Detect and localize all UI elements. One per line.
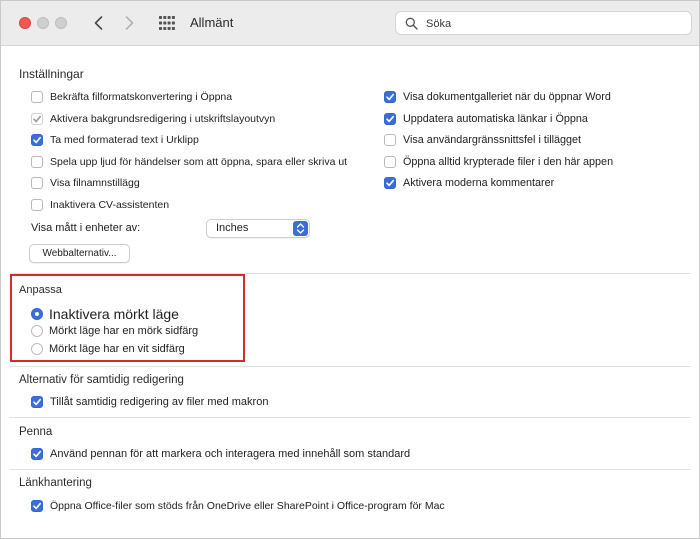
checkbox-label: Öppna alltid krypterade filer i den här … [403, 155, 614, 168]
window-title: Allmänt [190, 15, 234, 30]
checkbox-row-right-4[interactable]: Aktivera moderna kommentarer [384, 175, 554, 191]
show-all-grid-icon[interactable] [159, 16, 175, 30]
back-button[interactable] [89, 13, 109, 33]
checkbox-label: Aktivera bakgrundsredigering i utskrifts… [50, 112, 276, 125]
search-input[interactable] [424, 15, 678, 33]
checkbox[interactable] [31, 396, 43, 408]
checkmark-icon [33, 502, 41, 510]
checkbox-label: Tillåt samtidig redigering av filer med … [50, 396, 269, 408]
radio-white-page[interactable]: Mörkt läge har en vit sidfärg [31, 341, 185, 357]
checkbox-row-right-0[interactable]: Visa dokumentgalleriet när du öppnar Wor… [384, 89, 611, 105]
preferences-window: Allmänt Inställningar Visa mått i enhete… [0, 0, 700, 539]
section-label-pen: Penna [19, 426, 53, 438]
checkbox[interactable] [384, 177, 396, 189]
checkbox-row-left-2[interactable]: Ta med formaterad text i Urklipp [31, 132, 199, 148]
section-label-customize: Anpassa [19, 284, 62, 296]
checkbox[interactable] [31, 134, 43, 146]
checkbox-label: Öppna Office-filer som stöds från OneDri… [50, 500, 445, 512]
checkbox-row-left-5[interactable]: Inaktivera CV-assistenten [31, 197, 169, 213]
checkbox[interactable] [31, 448, 43, 460]
checkbox-row-left-0[interactable]: Bekräfta filformatskonvertering i Öppna [31, 89, 232, 105]
checkbox[interactable] [384, 155, 396, 168]
units-select[interactable]: Inches [206, 219, 310, 238]
checkbox-label: Använd pennan för att markera och intera… [50, 448, 411, 460]
checkmark-icon [33, 398, 41, 406]
checkbox-label: Visa användargränssnittsfel i tillägget [403, 134, 582, 146]
minimize-window-button[interactable] [37, 17, 49, 29]
checkmark-icon [33, 136, 41, 144]
checkbox-row-right-1[interactable]: Uppdatera automatiska länkar i Öppna [384, 111, 588, 127]
checkbox-label: Ta med formaterad text i Urklipp [50, 134, 199, 146]
checkmark-icon [33, 115, 41, 122]
checkbox-row-pen[interactable]: Använd pennan för att markera och intera… [31, 446, 410, 462]
radio-button[interactable] [31, 308, 43, 320]
radio-disable-dark-mode[interactable]: Inaktivera mörkt läge [31, 305, 179, 323]
chevron-right-icon [125, 16, 134, 30]
radio-label: Inaktivera mörkt läge [49, 306, 179, 322]
radio-label: Mörkt läge har en mörk sidfärg [49, 325, 199, 337]
checkbox-label: Uppdatera automatiska länkar i Öppna [403, 112, 588, 125]
section-label-settings: Inställningar [19, 67, 84, 81]
checkbox-label: Inaktivera CV-assistenten [50, 198, 170, 211]
checkmark-icon [33, 450, 41, 458]
checkbox-row-right-3[interactable]: Öppna alltid krypterade filer i den här … [384, 154, 613, 170]
section-label-coauthoring: Alternativ för samtidig redigering [19, 374, 184, 386]
checkbox[interactable] [31, 198, 43, 211]
checkbox-label: Visa dokumentgalleriet när du öppnar Wor… [403, 91, 611, 103]
checkmark-icon [386, 115, 394, 122]
checkbox[interactable] [384, 112, 396, 125]
zoom-window-button[interactable] [55, 17, 67, 29]
updown-arrows-icon [293, 221, 308, 236]
checkbox[interactable] [31, 112, 43, 125]
search-icon [405, 17, 418, 30]
radio-dark-page[interactable]: Mörkt läge har en mörk sidfärg [31, 323, 198, 339]
units-select-value: Inches [216, 222, 249, 234]
radio-label: Mörkt läge har en vit sidfärg [49, 343, 185, 355]
checkbox[interactable] [31, 500, 43, 512]
forward-button[interactable] [119, 13, 139, 33]
checkbox[interactable] [31, 91, 43, 103]
divider [9, 469, 691, 470]
close-window-button[interactable] [19, 17, 31, 29]
checkbox-label: Spela upp ljud för händelser som att öpp… [50, 155, 348, 168]
radio-button[interactable] [31, 325, 43, 337]
preferences-content: Inställningar Visa mått i enheter av: In… [1, 46, 699, 538]
checkbox-label: Bekräfta filformatskonvertering i Öppna [50, 91, 233, 103]
checkbox-row-right-2[interactable]: Visa användargränssnittsfel i tillägget [384, 132, 581, 148]
checkbox-row-left-4[interactable]: Visa filnamnstillägg [31, 175, 140, 191]
radio-button[interactable] [31, 343, 43, 355]
checkbox[interactable] [384, 134, 396, 146]
checkbox-label: Visa filnamnstillägg [50, 177, 140, 189]
title-bar: Allmänt [1, 1, 699, 46]
checkbox-row-linking[interactable]: Öppna Office-filer som stöds från OneDri… [31, 498, 445, 514]
chevron-left-icon [94, 16, 103, 30]
checkbox[interactable] [31, 177, 43, 189]
units-label: Visa mått i enheter av: [31, 222, 141, 234]
checkbox[interactable] [31, 155, 43, 168]
checkmark-icon [386, 179, 394, 187]
divider [9, 417, 691, 418]
checkbox-label: Aktivera moderna kommentarer [403, 177, 555, 189]
section-label-linking: Länkhantering [19, 477, 92, 489]
checkbox-row-left-3[interactable]: Spela upp ljud för händelser som att öpp… [31, 154, 347, 170]
search-field[interactable] [395, 11, 692, 35]
web-options-button[interactable]: Webbalternativ... [29, 244, 130, 263]
checkbox[interactable] [384, 91, 396, 103]
checkbox-row-coauthoring-macros[interactable]: Tillåt samtidig redigering av filer med … [31, 394, 268, 410]
divider [9, 366, 691, 367]
checkbox-row-left-1[interactable]: Aktivera bakgrundsredigering i utskrifts… [31, 111, 275, 127]
checkmark-icon [386, 93, 394, 101]
